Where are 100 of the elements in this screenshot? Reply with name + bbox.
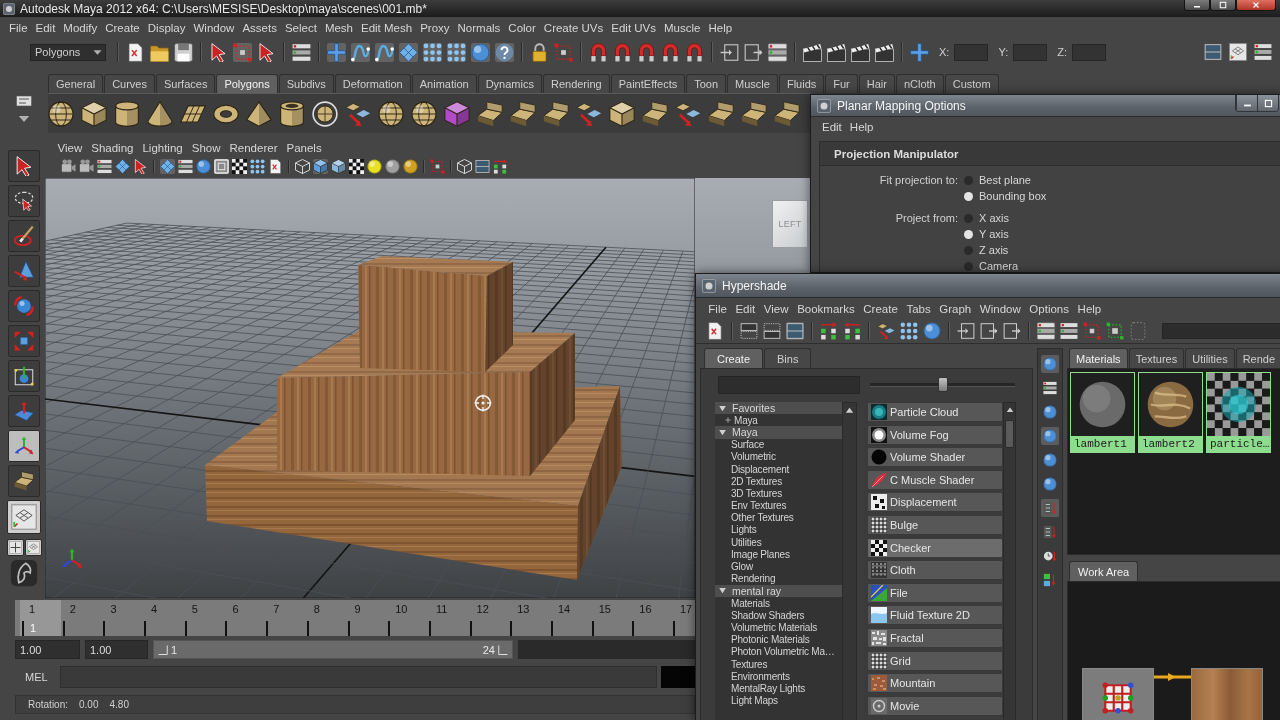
magnet-icon[interactable]	[685, 42, 704, 62]
cube-icon[interactable]	[313, 159, 328, 174]
time-slider[interactable]: 1 1 2 3 4 5 6 7 8 9 10 11 12 13 14 15 16 17	[15, 600, 695, 636]
shelf-tab[interactable]: PaintEffects	[610, 74, 686, 93]
menu-item[interactable]: Create UVs	[539, 22, 608, 34]
maximize-button[interactable]	[1257, 95, 1278, 111]
radio-option[interactable]: Bounding box	[964, 190, 1047, 202]
playback-start-field[interactable]: 1.00	[85, 640, 148, 659]
radio-icon[interactable]	[964, 261, 973, 271]
maximize-icon[interactable]	[1263, 98, 1273, 108]
wire-cube-icon[interactable]	[295, 159, 310, 174]
node-button[interactable]: Particle Cloud	[867, 402, 1003, 422]
node-graph-icon[interactable]	[820, 322, 838, 340]
work-area[interactable]	[1067, 581, 1280, 720]
tree-category[interactable]: Maya	[715, 426, 842, 439]
range-slider-track[interactable]: 1 24	[153, 640, 513, 659]
graph-output-icon[interactable]	[980, 322, 998, 340]
split-pieces-icon[interactable]	[877, 322, 895, 340]
lasso-icon[interactable]	[8, 185, 40, 217]
swatch-name-label[interactable]: lambert1	[1071, 436, 1134, 452]
tree-item[interactable]: Volumetric Materials	[715, 621, 842, 634]
tree-item[interactable]: Photonic Materials	[715, 633, 842, 646]
frame-slot[interactable]: 3	[101, 600, 143, 636]
coordinate-input-field[interactable]	[1072, 43, 1106, 61]
sphere-icon[interactable]	[1041, 475, 1059, 493]
magnet-icon[interactable]	[661, 42, 680, 62]
select-arrow-icon[interactable]	[209, 42, 228, 62]
perspective-viewport[interactable]	[45, 178, 695, 598]
panel-menu-item[interactable]: Shading	[86, 141, 138, 154]
tree-category[interactable]: mental ray	[715, 584, 842, 597]
panel-tab[interactable]: Textures	[1128, 348, 1185, 368]
select-arrow-icon[interactable]	[133, 159, 148, 174]
polygon-faces-icon[interactable]	[8, 465, 40, 497]
split-pane-layout-icon[interactable]	[475, 159, 490, 174]
node-button[interactable]: Checker	[867, 537, 1003, 558]
graph-input-icon[interactable]	[720, 42, 739, 62]
tree-item[interactable]: Displacement	[715, 462, 842, 476]
sphere-icon[interactable]	[411, 100, 437, 127]
section-header[interactable]: Projection Manipulator	[820, 142, 1280, 166]
menu-item[interactable]: Window	[975, 302, 1026, 315]
dots-icon[interactable]	[900, 322, 918, 340]
node-button[interactable]: Volume Shader	[867, 447, 1003, 468]
menu-item[interactable]: Graph	[935, 302, 976, 315]
panel-tab[interactable]: Bins	[764, 348, 812, 368]
scrollbar[interactable]	[842, 402, 857, 720]
checkerboard-icon[interactable]	[232, 159, 247, 174]
graph-input-icon[interactable]	[957, 322, 975, 340]
list-icon[interactable]	[768, 42, 787, 62]
tree-item[interactable]: Lights	[715, 523, 842, 537]
menu-item[interactable]: Mesh	[320, 22, 357, 34]
four-pane-layout-icon[interactable]	[6, 539, 24, 556]
menu-item[interactable]: Display	[143, 22, 190, 34]
selection-frame-icon[interactable]	[1083, 322, 1101, 340]
graph-output-icon[interactable]	[744, 42, 763, 62]
panel-menu-item[interactable]: Panels	[281, 141, 327, 154]
menu-item[interactable]: Create	[101, 22, 144, 34]
shelf-tab[interactable]: Muscle	[727, 74, 778, 93]
shelf-tab-icon[interactable]	[16, 93, 32, 109]
list-icon[interactable]	[1041, 379, 1059, 397]
curve-icon[interactable]	[351, 42, 370, 62]
scrollbar-thumb[interactable]	[1005, 420, 1014, 448]
menu-item[interactable]: Help	[845, 121, 878, 133]
top-pane-layout-icon[interactable]	[740, 322, 758, 340]
node-button[interactable]: Cloth	[867, 560, 1003, 581]
circled-sphere-icon[interactable]	[312, 100, 338, 127]
polygon-faces-icon[interactable]	[774, 100, 800, 127]
node-button[interactable]: File	[867, 582, 1003, 603]
panel-menu-item[interactable]: Renderer	[225, 141, 282, 154]
frame-slot[interactable]: 5	[182, 600, 224, 636]
menu-item[interactable]: Modify	[59, 22, 102, 34]
minimize-button[interactable]	[1236, 95, 1257, 111]
sphere-icon[interactable]	[1041, 403, 1059, 421]
split-pieces-icon[interactable]	[345, 100, 371, 127]
grid-tiles-icon[interactable]	[399, 42, 418, 62]
frame-slot[interactable]: 16	[630, 600, 671, 636]
selection-frame-icon[interactable]	[430, 159, 445, 174]
polygon-faces-icon[interactable]	[741, 100, 767, 127]
menu-item[interactable]: Normals	[453, 22, 505, 34]
node-button[interactable]: C Muscle Shader	[867, 469, 1003, 490]
split-pane-layout-icon[interactable]	[786, 322, 804, 340]
document-icon[interactable]	[706, 322, 724, 340]
tree-item[interactable]: Photon Volumetric Ma…	[715, 645, 842, 658]
tree-item[interactable]: 2D Textures	[715, 475, 842, 488]
select-arrow-icon[interactable]	[257, 42, 276, 62]
list-icon[interactable]	[292, 42, 311, 62]
list-icon[interactable]	[1060, 322, 1078, 340]
sort-list-icon[interactable]	[1041, 499, 1059, 517]
pyramid-icon[interactable]	[246, 100, 272, 127]
frame-slot[interactable]: 15	[589, 600, 631, 636]
panel-tab[interactable]: Rende	[1235, 348, 1280, 368]
node-button[interactable]: Grid	[867, 650, 1003, 671]
pipe-icon[interactable]	[279, 100, 305, 127]
tree-item[interactable]: Image Planes	[715, 548, 842, 561]
folder-icon[interactable]	[150, 42, 169, 62]
maximize-icon[interactable]	[1219, 1, 1227, 9]
grid-tiles-icon[interactable]	[160, 159, 175, 174]
scroll-up-arrow-icon[interactable]	[845, 406, 854, 415]
frame-slot[interactable]: 4	[142, 600, 183, 636]
radio-icon[interactable]	[964, 175, 973, 185]
wire-cube-icon[interactable]	[457, 159, 472, 174]
